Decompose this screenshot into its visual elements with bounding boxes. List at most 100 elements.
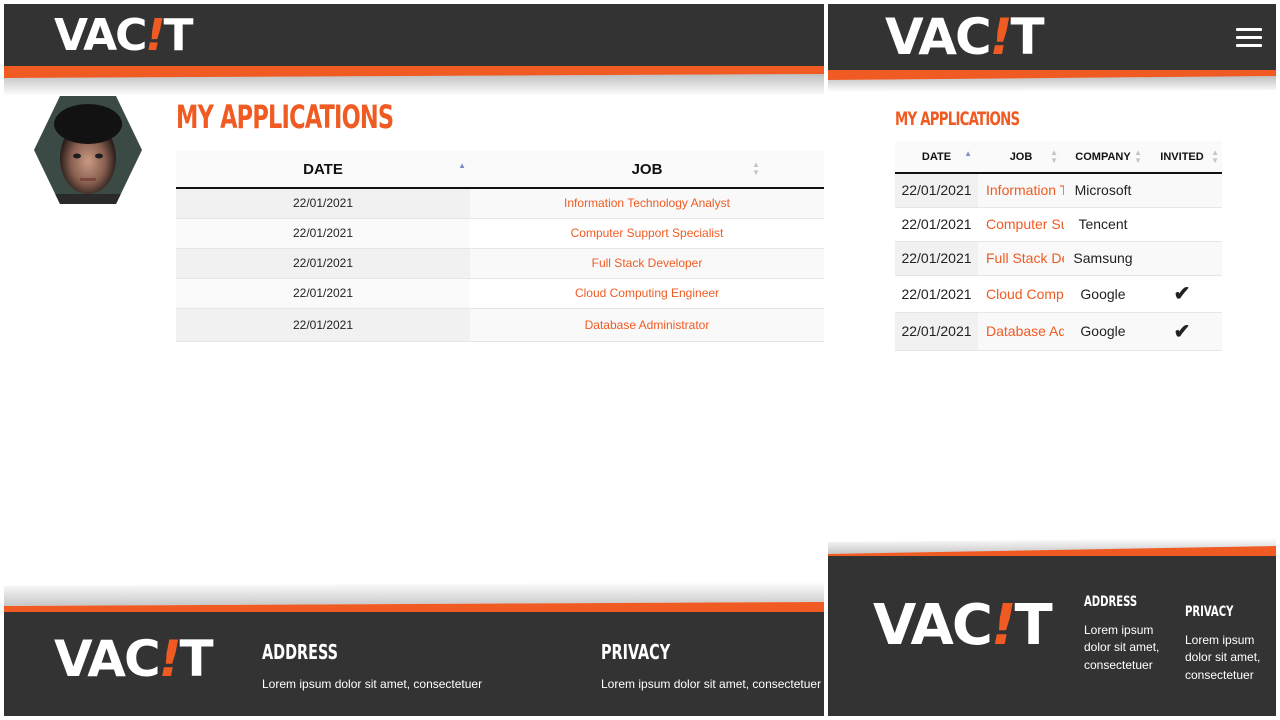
date-cell: 22/01/2021: [176, 278, 470, 308]
logo-bang: !: [145, 10, 165, 61]
logo-bang: !: [990, 593, 1017, 658]
table-row: 22/01/2021 Computer Support Specialist T…: [895, 207, 1222, 241]
address-heading: ADDRESS: [262, 640, 338, 664]
job-link[interactable]: Full Stack Developer: [986, 250, 1064, 266]
footer-stripe: [4, 582, 824, 616]
sort-asc-icon[interactable]: ▲: [964, 150, 972, 158]
table-row: 22/01/2021 Computer Support Specialist: [176, 218, 824, 248]
company-cell: Microsoft: [1064, 173, 1142, 207]
job-header-label: JOB: [631, 160, 663, 178]
date-cell: 22/01/2021: [895, 207, 978, 241]
hamburger-menu-icon[interactable]: [1236, 28, 1262, 52]
logo-text-left: VAC: [885, 8, 992, 66]
top-nav-bar: VAC!T: [4, 4, 824, 66]
mobile-view: VAC!T MY APPLICATIONS DATE ▲ JOB ▲ ▼ COMP…: [828, 4, 1276, 716]
sort-asc-icon[interactable]: ▲: [458, 162, 466, 170]
logo-text-right: T: [179, 630, 214, 688]
date-cell: 22/01/2021: [895, 241, 978, 275]
job-cell: Database Administrator: [470, 308, 824, 341]
logo-text-left: VAC: [873, 593, 993, 658]
footer: VAC!T ADDRESS Lorem ipsum dolor sit amet…: [828, 556, 1276, 716]
date-column-header[interactable]: DATE ▲: [895, 141, 978, 173]
date-cell: 22/01/2021: [176, 308, 470, 341]
table-row: 22/01/2021 Information Technology Analys…: [895, 173, 1222, 207]
privacy-text: Lorem ipsum dolor sit amet, consectetuer: [1185, 633, 1261, 682]
job-column-header[interactable]: JOB ▲ ▼: [978, 141, 1064, 173]
table-row: 22/01/2021 Full Stack Developer Samsung: [895, 241, 1222, 275]
desktop-view: VAC!T MY APPLICATIONS DATE ▲ JOB ▲ ▼ 22/…: [4, 4, 824, 716]
logo[interactable]: VAC!T: [885, 12, 1045, 62]
footer-logo[interactable]: VAC!T: [54, 634, 214, 684]
table-row: 22/01/2021 Database Administrator Google…: [895, 312, 1222, 350]
job-link[interactable]: Computer Support Specialist: [986, 216, 1064, 232]
header-stripe: [828, 70, 1276, 92]
date-cell: 22/01/2021: [176, 188, 470, 218]
job-cell: Information Technology Analyst: [470, 188, 824, 218]
profile-avatar[interactable]: [32, 94, 144, 206]
footer-logo[interactable]: VAC!T: [873, 598, 1053, 654]
date-column-header[interactable]: DATE ▲: [176, 151, 470, 188]
date-cell: 22/01/2021: [895, 312, 978, 350]
privacy-heading: PRIVACY: [601, 640, 671, 664]
job-link[interactable]: Cloud Computing Engineer: [986, 286, 1064, 302]
applications-table: DATE ▲ JOB ▲ ▼ COMPANY ▲ ▼ INVITED ▲ ▼ 2…: [895, 141, 1222, 351]
table-row: 22/01/2021 Database Administrator: [176, 308, 824, 341]
company-cell: Google: [1064, 312, 1142, 350]
date-header-label: DATE: [303, 160, 343, 178]
page-title: MY APPLICATIONS: [895, 108, 1020, 130]
invited-cell: [1142, 207, 1222, 241]
date-cell: 22/01/2021: [176, 218, 470, 248]
job-cell: Full Stack Developer: [470, 248, 824, 278]
table-row: 22/01/2021 Cloud Computing Engineer: [176, 278, 824, 308]
logo-text-right: T: [163, 10, 194, 61]
job-cell: Information Technology Analyst: [978, 173, 1064, 207]
company-cell: Tencent: [1064, 207, 1142, 241]
logo-text-right: T: [1014, 593, 1053, 658]
table-header-row: DATE ▲ JOB ▲ ▼ COMPANY ▲ ▼ INVITED ▲ ▼: [895, 141, 1222, 173]
logo-bang: !: [989, 8, 1013, 66]
date-cell: 22/01/2021: [895, 275, 978, 312]
privacy-heading: PRIVACY: [1185, 604, 1234, 620]
address-text: Lorem ipsum dolor sit amet, consectetuer: [1084, 623, 1160, 672]
job-link[interactable]: Database Administrator: [585, 318, 710, 332]
job-link[interactable]: Information Technology Analyst: [986, 182, 1064, 198]
invited-check-icon: ✔: [1142, 275, 1222, 312]
address-heading: ADDRESS: [1084, 594, 1138, 610]
table-row: 22/01/2021 Information Technology Analys…: [176, 188, 824, 218]
page-title: MY APPLICATIONS: [176, 98, 394, 136]
job-cell: Database Administrator: [978, 312, 1064, 350]
job-column-header[interactable]: JOB ▲ ▼: [470, 151, 824, 188]
invited-cell: [1142, 241, 1222, 275]
logo-bang: !: [158, 630, 182, 688]
job-header-label: JOB: [1009, 150, 1033, 163]
job-link[interactable]: Computer Support Specialist: [571, 226, 724, 240]
job-cell: Computer Support Specialist: [978, 207, 1064, 241]
invited-cell: [1142, 173, 1222, 207]
sort-both-icon[interactable]: ▲ ▼: [752, 161, 760, 177]
job-link[interactable]: Cloud Computing Engineer: [575, 286, 719, 300]
top-nav-bar: VAC!T: [828, 4, 1276, 70]
job-link[interactable]: Full Stack Developer: [592, 256, 703, 270]
applications-table: DATE ▲ JOB ▲ ▼ 22/01/2021 Information Tec…: [176, 151, 824, 342]
job-cell: Cloud Computing Engineer: [978, 275, 1064, 312]
table-row: 22/01/2021 Cloud Computing Engineer Goog…: [895, 275, 1222, 312]
footer: VAC!T ADDRESS Lorem ipsum dolor sit amet…: [4, 612, 824, 716]
job-cell: Cloud Computing Engineer: [470, 278, 824, 308]
job-link[interactable]: Database Administrator: [986, 323, 1064, 339]
logo-text-left: VAC: [54, 10, 147, 61]
job-link[interactable]: Information Technology Analyst: [564, 196, 730, 210]
company-column-header[interactable]: COMPANY ▲ ▼: [1064, 141, 1142, 173]
sort-both-icon[interactable]: ▲ ▼: [1211, 149, 1219, 165]
job-cell: Full Stack Developer: [978, 241, 1064, 275]
invited-check-icon: ✔: [1142, 312, 1222, 350]
privacy-text: Lorem ipsum dolor sit amet, consectetuer: [601, 677, 822, 691]
logo-text-left: VAC: [54, 630, 161, 688]
sort-both-icon[interactable]: ▲ ▼: [1050, 149, 1058, 165]
invited-column-header[interactable]: INVITED ▲ ▼: [1142, 141, 1222, 173]
sort-both-icon[interactable]: ▲ ▼: [1134, 149, 1142, 165]
logo[interactable]: VAC!T: [54, 14, 194, 58]
date-cell: 22/01/2021: [176, 248, 470, 278]
address-text: Lorem ipsum dolor sit amet, consectetuer: [262, 677, 483, 691]
job-cell: Computer Support Specialist: [470, 218, 824, 248]
date-cell: 22/01/2021: [895, 173, 978, 207]
